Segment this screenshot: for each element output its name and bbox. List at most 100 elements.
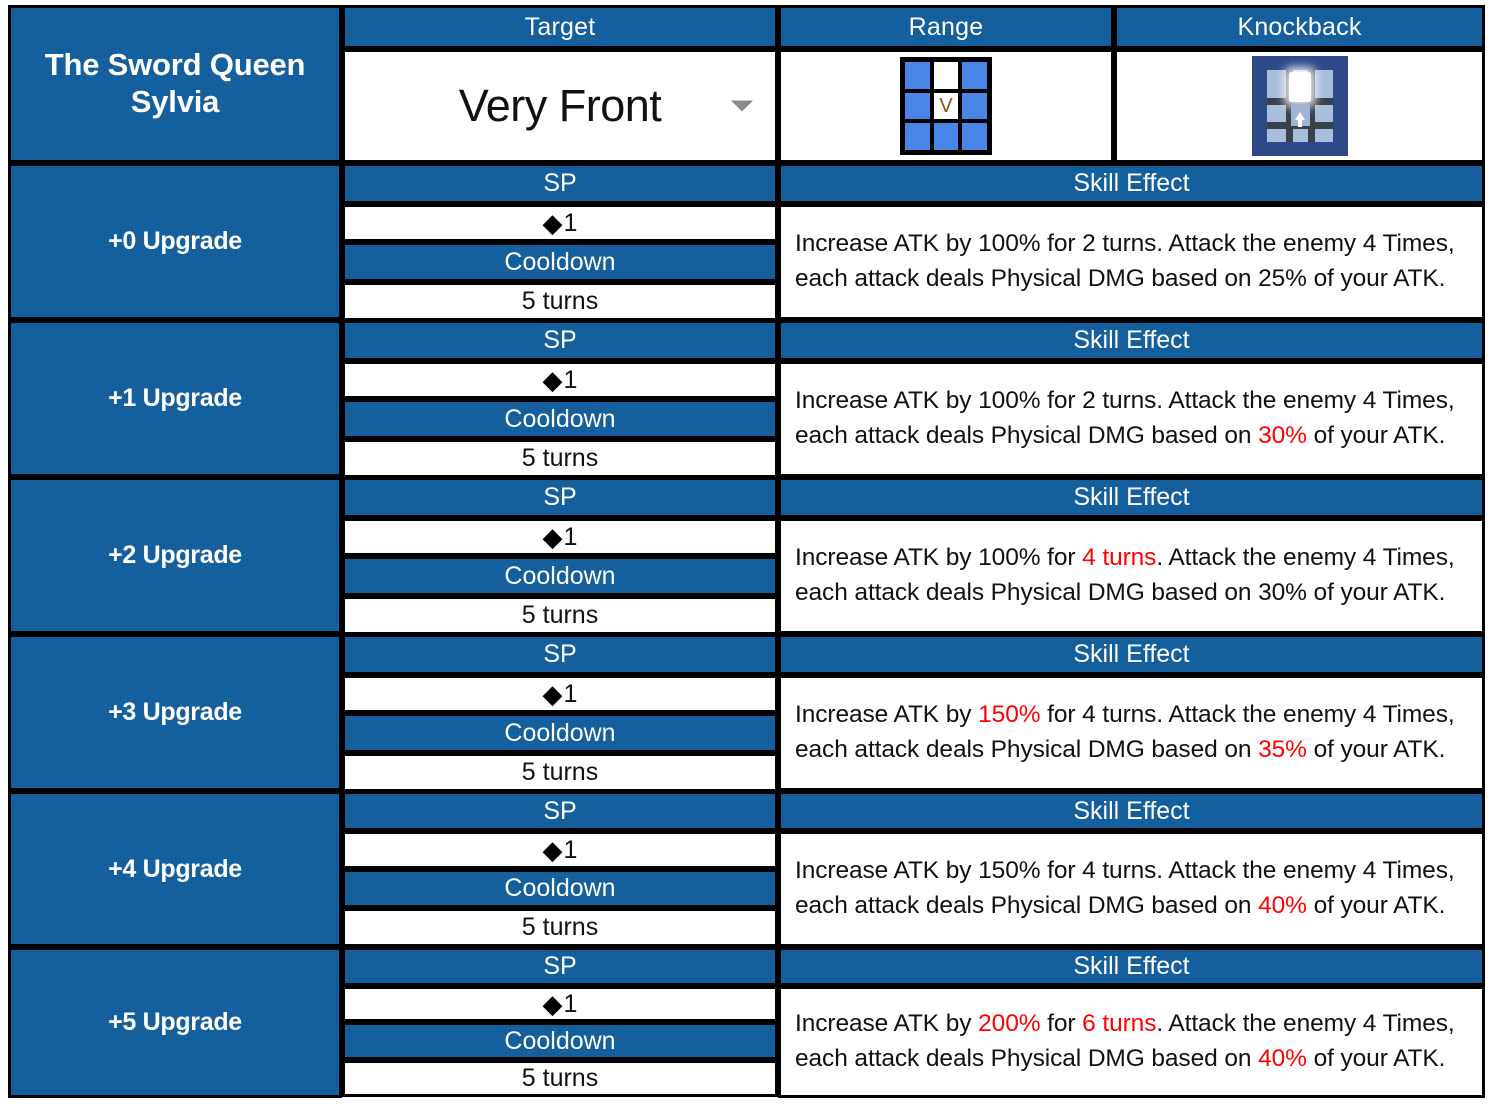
skill-effect-text: Increase ATK by 150% for 4 turns. Attack… [781, 854, 1482, 924]
sp-header-cell: SP [342, 947, 778, 986]
cooldown-value-cell: 5 turns [342, 439, 778, 478]
sp-header-cell: SP [342, 634, 778, 675]
range-grid-icon: V [781, 52, 1111, 160]
sp-header-cell: SP [342, 791, 778, 831]
sp-value-cell: ◆ 1 [342, 204, 778, 242]
skill-effect-header-cell: Skill Effect [778, 477, 1485, 518]
skill-effect-text: Increase ATK by 100% for 4 turns. Attack… [781, 541, 1482, 611]
skill-effect-header-cell: Skill Effect [778, 947, 1485, 986]
upgrade-label: +1 Upgrade [108, 384, 242, 412]
skill-effect-segment: Increase ATK by [795, 1010, 979, 1038]
skill-effect-header-cell: Skill Effect [778, 634, 1485, 675]
chevron-down-icon[interactable] [731, 100, 753, 112]
cooldown-value-cell: 5 turns [342, 753, 778, 792]
column-header-target: Target [342, 5, 778, 49]
sp-value: 1 [563, 208, 578, 237]
upgrade-label: +3 Upgrade [108, 698, 242, 726]
sp-header: SP [543, 169, 577, 197]
range-cell [905, 62, 930, 89]
upgrade-label: +5 Upgrade [108, 1008, 242, 1036]
skill-table: The Sword Queen Sylvia Target Very Front… [0, 0, 1502, 1116]
skill-effect-segment: of your ATK. [1306, 265, 1446, 292]
upgrade-label-cell: +1 Upgrade [8, 320, 342, 477]
upgrade-label: +2 Upgrade [108, 541, 242, 569]
cooldown-header: Cooldown [504, 718, 616, 747]
sp-diamond-icon: ◆ [542, 522, 563, 552]
cooldown-header: Cooldown [504, 404, 616, 433]
upgrade-label-cell: +5 Upgrade [8, 947, 342, 1098]
cooldown-value: 5 turns [521, 287, 599, 315]
skill-effect-segment: Increase ATK by 100% for [795, 544, 1083, 572]
target-value: Very Front [458, 80, 662, 131]
range-cell [962, 92, 987, 120]
unit-name-line-2: Sylvia [130, 84, 220, 119]
cooldown-value: 5 turns [521, 913, 599, 941]
skill-effect-header-cell: Skill Effect [778, 163, 1485, 204]
sp-value: 1 [563, 835, 578, 864]
cooldown-value-cell: 5 turns [342, 596, 778, 635]
cooldown-header: Cooldown [504, 874, 616, 902]
range-cell [933, 123, 959, 150]
target-value-cell[interactable]: Very Front [342, 49, 778, 163]
range-cell [905, 92, 930, 120]
sp-value-cell: ◆ 1 [342, 675, 778, 713]
knockback-target-cell [1288, 72, 1311, 102]
skill-effect-highlight: 4 turns [1082, 544, 1157, 572]
cooldown-header: Cooldown [504, 1026, 616, 1055]
skill-effect-body-cell: Increase ATK by 100% for 2 turns. Attack… [778, 361, 1485, 477]
cooldown-header: Cooldown [504, 247, 616, 276]
skill-effect-highlight: 40% [1258, 892, 1307, 919]
upgrade-label-cell: +3 Upgrade [8, 634, 342, 791]
sp-header: SP [543, 640, 577, 668]
cooldown-header-cell: Cooldown [342, 556, 778, 596]
column-header-range: Range [778, 5, 1114, 49]
upgrade-label-cell: +2 Upgrade [8, 477, 342, 634]
range-cell-self: V [933, 92, 959, 120]
sp-header-cell: SP [342, 320, 778, 361]
skill-effect-highlight: 30% [1258, 422, 1307, 449]
range-cell [962, 62, 987, 89]
skill-effect-body-cell: Increase ATK by 100% for 4 turns. Attack… [778, 518, 1485, 634]
skill-effect-highlight: 200% [978, 1010, 1041, 1038]
column-header-target-label: Target [524, 12, 596, 41]
arrow-up-icon [1290, 105, 1310, 127]
upgrade-label: +4 Upgrade [108, 854, 242, 883]
cooldown-value-cell: 5 turns [342, 282, 778, 321]
sp-value-cell: ◆ 1 [342, 831, 778, 869]
cooldown-header-cell: Cooldown [342, 242, 778, 282]
skill-effect-segment: of your ATK. [1306, 736, 1446, 763]
skill-effect-highlight: 150% [978, 701, 1041, 729]
cooldown-value: 5 turns [521, 601, 599, 629]
upgrade-label-cell: +4 Upgrade [8, 791, 342, 947]
cooldown-value-cell: 5 turns [342, 908, 778, 947]
column-header-knockback-label: Knockback [1237, 12, 1362, 41]
sp-value-cell: ◆ 1 [342, 518, 778, 556]
skill-effect-header-cell: Skill Effect [778, 791, 1485, 831]
range-value-cell: V [778, 49, 1114, 163]
unit-name-cell: The Sword Queen Sylvia [8, 5, 342, 163]
unit-name-line-1: The Sword Queen [44, 47, 306, 83]
sp-diamond-icon: ◆ [542, 835, 563, 865]
cooldown-value: 5 turns [521, 758, 599, 786]
sp-header: SP [543, 952, 577, 980]
skill-effect-header: Skill Effect [1073, 326, 1190, 354]
cooldown-header: Cooldown [504, 561, 616, 590]
skill-effect-text: Increase ATK by 100% for 2 turns. Attack… [781, 384, 1482, 454]
sp-diamond-icon: ◆ [542, 679, 563, 709]
skill-effect-highlight: 40% [1258, 1045, 1307, 1072]
skill-effect-segment: of your ATK. [1306, 892, 1446, 919]
skill-effect-text: Increase ATK by 150% for 4 turns. Attack… [781, 698, 1482, 768]
sp-value-cell: ◆ 1 [342, 986, 778, 1022]
sp-diamond-icon: ◆ [542, 365, 563, 395]
sp-value: 1 [563, 522, 578, 551]
sp-value-cell: ◆ 1 [342, 361, 778, 399]
sp-header: SP [543, 796, 577, 825]
skill-effect-body-cell: Increase ATK by 150% for 4 turns. Attack… [778, 831, 1485, 947]
skill-effect-segment: of your ATK. [1306, 1045, 1446, 1072]
skill-effect-highlight: 35% [1258, 736, 1307, 763]
cooldown-header-cell: Cooldown [342, 713, 778, 753]
cooldown-header-cell: Cooldown [342, 1022, 778, 1060]
column-header-knockback: Knockback [1114, 5, 1485, 49]
cooldown-value: 5 turns [521, 444, 599, 472]
skill-effect-header: Skill Effect [1073, 952, 1190, 980]
